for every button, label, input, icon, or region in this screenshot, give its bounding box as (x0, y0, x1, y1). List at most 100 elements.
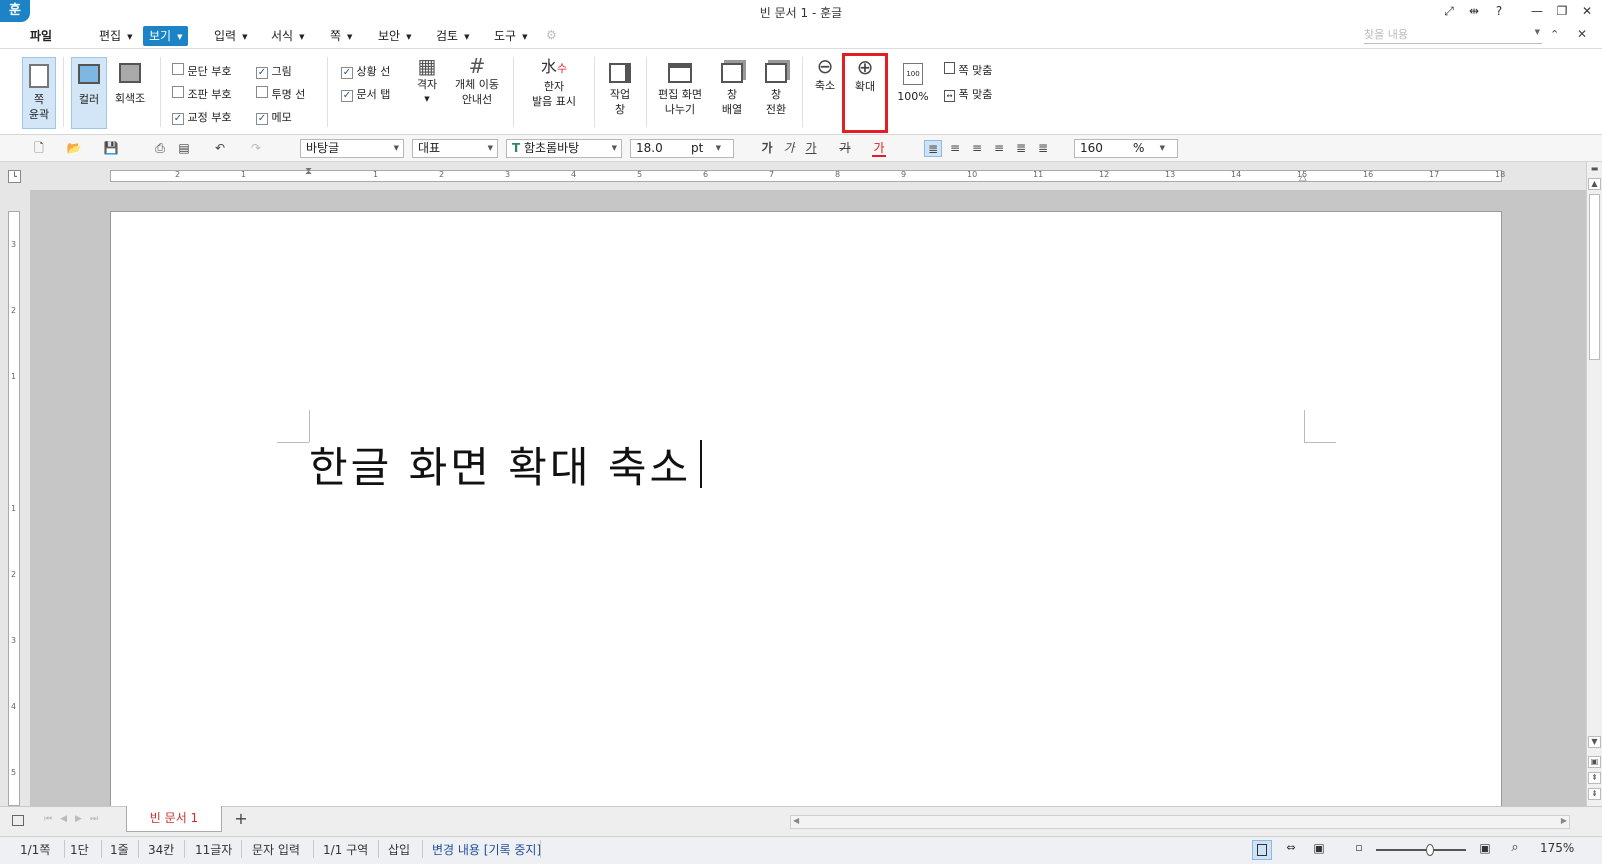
check-proof-mark[interactable]: ✓ 교정 부호 (172, 109, 231, 125)
font-size-select[interactable]: 18.0 pt ▼ (630, 139, 734, 158)
save-icon[interactable]: 💾 (100, 140, 122, 157)
tab-nav-icons[interactable]: ⏮◀▶⏭ (44, 814, 106, 824)
undo-icon[interactable]: ↶ (210, 140, 230, 157)
menu-insert[interactable]: 입력 ▼ (208, 26, 253, 46)
minimize-icon[interactable]: — (1528, 3, 1546, 19)
scroll-left-icon[interactable]: ◀ (793, 816, 799, 825)
tab-list-icon[interactable] (12, 815, 24, 826)
zoom-100-button[interactable]: 100 100% (894, 57, 932, 117)
zoom-out-button[interactable]: ⊖ 축소 (810, 56, 840, 117)
horizontal-ruler[interactable]: └ 2 1 1 2 3 4 5 6 7 8 9 10 11 12 13 14 15 16 17 18 ⧗ △ (0, 162, 1586, 190)
check-status-line[interactable]: ✓ 상황 선 (341, 63, 390, 79)
split-icon[interactable]: ⇹ (1465, 3, 1483, 19)
preview-icon[interactable]: ▤ (175, 140, 193, 157)
body-text[interactable]: 한글 화면 확대 축소 (309, 434, 691, 495)
grayscale-button[interactable]: 회색조 (110, 57, 150, 129)
menu-view[interactable]: 보기 ▼ (143, 26, 189, 46)
object-guide-button[interactable]: # 개체 이동 안내선 (448, 56, 506, 129)
font-color-button[interactable]: 가 (872, 140, 886, 157)
search-input[interactable]: 찾을 내용 ▼ (1364, 26, 1542, 44)
document-page[interactable]: 한글 화면 확대 축소 (110, 211, 1502, 811)
check-ctrl-mark[interactable]: 조판 부호 (172, 86, 231, 102)
menu-review[interactable]: 검토 ▼ (430, 26, 475, 46)
zoom-magnifier-icon[interactable]: ⌕ (1506, 840, 1524, 858)
scroll-up-icon[interactable]: ▲ (1588, 178, 1601, 190)
font-select[interactable]: T 함초롬바탕 ▼ (506, 139, 622, 158)
view-normal-icon[interactable] (1252, 840, 1272, 860)
menu-file[interactable]: 파일 (24, 26, 58, 46)
strike-button[interactable]: 가 (838, 140, 852, 157)
status-insert[interactable]: 삽입 (388, 841, 410, 858)
italic-button[interactable]: 가 (782, 140, 796, 157)
check-memo[interactable]: ✓ 메모 (256, 109, 292, 125)
prev-page-icon[interactable]: ⇞ (1588, 772, 1601, 784)
page-outline-button[interactable]: 쪽 윤곽 (22, 57, 56, 129)
check-transparent-line[interactable]: 투명 선 (256, 86, 305, 102)
scroll-thumb[interactable] (1589, 194, 1600, 360)
zoom-slider[interactable] (1376, 849, 1466, 851)
distribute-icon[interactable]: ≣ (1012, 140, 1030, 157)
split-view-button[interactable]: 편집 화면 나누기 (652, 57, 708, 129)
status-track-changes[interactable]: 변경 내용 [기록 중지] (432, 841, 541, 858)
page-select-icon[interactable]: ▣ (1588, 756, 1601, 768)
bold-button[interactable]: 가 (760, 140, 774, 157)
menu-security[interactable]: 보안 ▼ (372, 26, 417, 46)
chevron-down-icon: ▼ (487, 144, 493, 152)
print-icon[interactable]: ⎙ (150, 140, 170, 157)
view-page-icon[interactable]: ▣ (1310, 841, 1328, 859)
arrange-window-button[interactable]: 창 배열 (712, 57, 752, 129)
divide-icon[interactable]: ≣ (1034, 140, 1052, 157)
fit-page-button[interactable]: 쪽 맞춤 (944, 62, 992, 78)
zoom-in-button[interactable]: ⊕ 확대 (842, 53, 888, 133)
tab-type-icon[interactable]: └ (8, 170, 21, 183)
grid-button[interactable]: ▦ 격자 ▼ (410, 56, 444, 129)
align-right-icon[interactable]: ≡ (990, 140, 1008, 157)
hanja-pronounce-button[interactable]: 水수 한자 발음 표시 (522, 57, 586, 129)
align-left-icon[interactable]: ≡ (946, 140, 964, 157)
zoom-in-icon: ⊕ (856, 55, 874, 79)
scroll-top-icon[interactable]: ▬ (1588, 164, 1601, 174)
help-icon[interactable]: ? (1490, 3, 1508, 19)
style-select[interactable]: 바탕글 ▼ (300, 139, 404, 158)
vertical-ruler[interactable]: 3 2 1 1 2 3 4 5 (0, 190, 30, 806)
menu-tools[interactable]: 도구 ▼ (488, 26, 533, 46)
justify-icon[interactable]: ≣ (924, 140, 942, 157)
language-select[interactable]: 대표 ▼ (412, 139, 498, 158)
task-pane-button[interactable]: 작업 창 (600, 57, 640, 129)
scroll-right-icon[interactable]: ▶ (1561, 816, 1567, 825)
collapse-ribbon-icon[interactable]: ⌃ (1550, 28, 1559, 41)
view-width-icon[interactable]: ⇔ (1282, 841, 1300, 859)
redo-icon[interactable]: ↷ (246, 140, 266, 157)
menu-format[interactable]: 서식 ▼ (265, 26, 310, 46)
zoom-select[interactable]: 160% ▼ (1074, 139, 1178, 158)
color-mode-button[interactable]: 컬러 (71, 57, 107, 129)
align-center-icon[interactable]: ≡ (968, 140, 986, 157)
restore-icon[interactable]: ❐ (1553, 3, 1571, 19)
zoom-fit-icon[interactable]: ▫ (1350, 841, 1368, 859)
open-folder-icon[interactable]: 📂 (62, 140, 86, 157)
menu-edit[interactable]: 편집 ▼ (93, 26, 138, 46)
check-picture[interactable]: ✓ 그림 (256, 63, 292, 79)
switch-window-button[interactable]: 창 전환 (756, 57, 796, 129)
next-page-icon[interactable]: ⇟ (1588, 788, 1601, 800)
status-zoom[interactable]: 175% (1540, 841, 1574, 855)
close-doc-icon[interactable]: ✕ (1577, 27, 1587, 41)
doc-tab-active[interactable]: 빈 문서 1 (126, 806, 222, 832)
scroll-down-icon[interactable]: ▼ (1588, 736, 1601, 748)
vertical-scrollbar[interactable]: ▬ ▲ ▼ ▣ ⇞ ⇟ (1586, 162, 1602, 806)
status-page[interactable]: 1/1쪽 (20, 841, 50, 858)
close-icon[interactable]: ✕ (1578, 3, 1596, 19)
zoom-slider-thumb[interactable] (1426, 844, 1434, 856)
check-doc-tab[interactable]: ✓ 문서 탭 (341, 86, 390, 102)
fullscreen-icon[interactable]: ⤢ (1440, 3, 1458, 19)
new-doc-icon[interactable]: 🗋 (28, 140, 50, 157)
zoom-page-icon[interactable]: ▣ (1476, 841, 1494, 859)
underline-button[interactable]: 가 (804, 140, 818, 157)
horizontal-scrollbar[interactable]: ◀ ▶ (790, 815, 1570, 829)
menu-page[interactable]: 쪽 ▼ (324, 26, 358, 46)
fit-width-button[interactable]: ↔ 폭 맞춤 (944, 86, 992, 102)
check-para-mark[interactable]: 문단 부호 (172, 63, 231, 79)
right-indent-icon[interactable]: △ (1299, 172, 1307, 183)
add-tab-button[interactable]: + (228, 809, 254, 831)
indent-marker-icon[interactable]: ⧗ (305, 166, 312, 177)
